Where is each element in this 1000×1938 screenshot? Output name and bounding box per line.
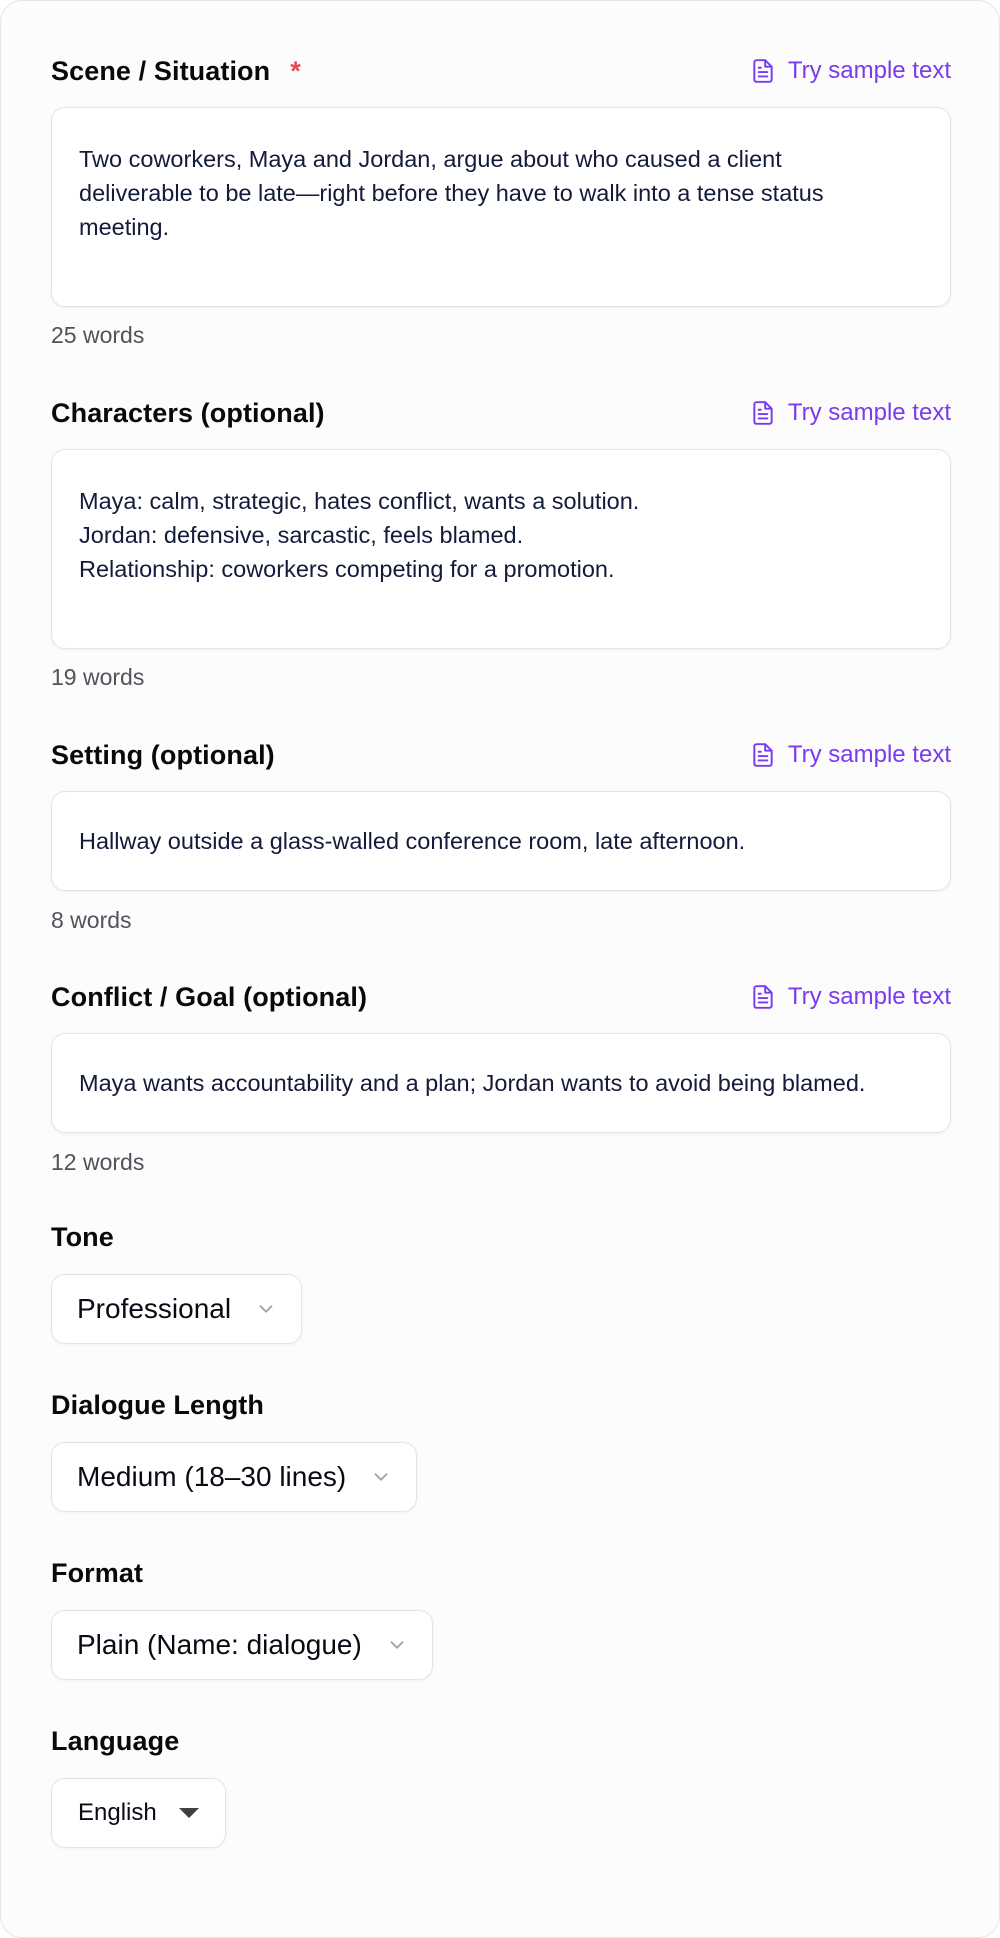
language-select[interactable]: English (51, 1778, 226, 1848)
language-value: English (78, 1799, 157, 1826)
try-sample-label: Try sample text (787, 741, 951, 768)
chevron-down-icon (374, 1473, 388, 1481)
tone-value: Professional (77, 1293, 232, 1324)
setting-word-count: 8 words (51, 907, 132, 933)
try-sample-label: Try sample text (787, 57, 951, 84)
setting-input[interactable]: Hallway outside a glass-walled conferenc… (51, 791, 951, 891)
length-select[interactable]: Medium (18–30 lines) (51, 1442, 418, 1512)
chevron-down-icon (390, 1641, 404, 1649)
format-label: Format (51, 1558, 144, 1588)
setting-label: Setting (optional) (51, 740, 275, 770)
required-asterisk: * (290, 56, 301, 86)
scene-section: Scene / Situation * Try sample text Two c… (51, 51, 951, 348)
setting-section: Setting (optional) Try sample text Hallw… (51, 735, 951, 933)
try-sample-label: Try sample text (787, 399, 951, 426)
conflict-section: Conflict / Goal (optional) Try sample te… (51, 977, 951, 1175)
document-icon (753, 401, 773, 425)
dialogue-form-card: Scene / Situation * Try sample text Two c… (0, 0, 1000, 1938)
tone-select[interactable]: Professional (51, 1274, 303, 1344)
document-icon (753, 59, 773, 83)
conflict-word-count: 12 words (51, 1149, 145, 1175)
tone-label: Tone (51, 1222, 114, 1252)
language-label: Language (51, 1726, 180, 1756)
characters-label: Characters (optional) (51, 398, 325, 428)
scene-word-count: 25 words (51, 322, 145, 348)
scene-label: Scene / Situation * (51, 56, 301, 86)
chevron-down-icon (259, 1305, 273, 1313)
characters-textarea[interactable]: Maya: calm, strategic, hates conflict, w… (51, 449, 951, 649)
scene-try-sample-button[interactable]: Try sample text (750, 51, 951, 91)
conflict-try-sample-button[interactable]: Try sample text (750, 977, 951, 1017)
format-select[interactable]: Plain (Name: dialogue) (51, 1610, 433, 1680)
characters-try-sample-button[interactable]: Try sample text (750, 393, 951, 433)
document-icon (753, 743, 773, 767)
format-value: Plain (Name: dialogue) (77, 1629, 362, 1660)
length-label: Dialogue Length (51, 1390, 264, 1420)
caret-down-icon (178, 1808, 199, 1818)
scene-textarea[interactable]: Two coworkers, Maya and Jordan, argue ab… (51, 107, 951, 307)
characters-section: Characters (optional) Try sample text Ma… (51, 393, 951, 690)
setting-try-sample-button[interactable]: Try sample text (750, 735, 951, 775)
conflict-label: Conflict / Goal (optional) (51, 982, 368, 1012)
try-sample-label: Try sample text (787, 983, 951, 1010)
conflict-input[interactable]: Maya wants accountability and a plan; Jo… (51, 1033, 951, 1133)
characters-word-count: 19 words (51, 664, 145, 690)
length-value: Medium (18–30 lines) (77, 1461, 347, 1492)
document-icon (753, 985, 773, 1009)
